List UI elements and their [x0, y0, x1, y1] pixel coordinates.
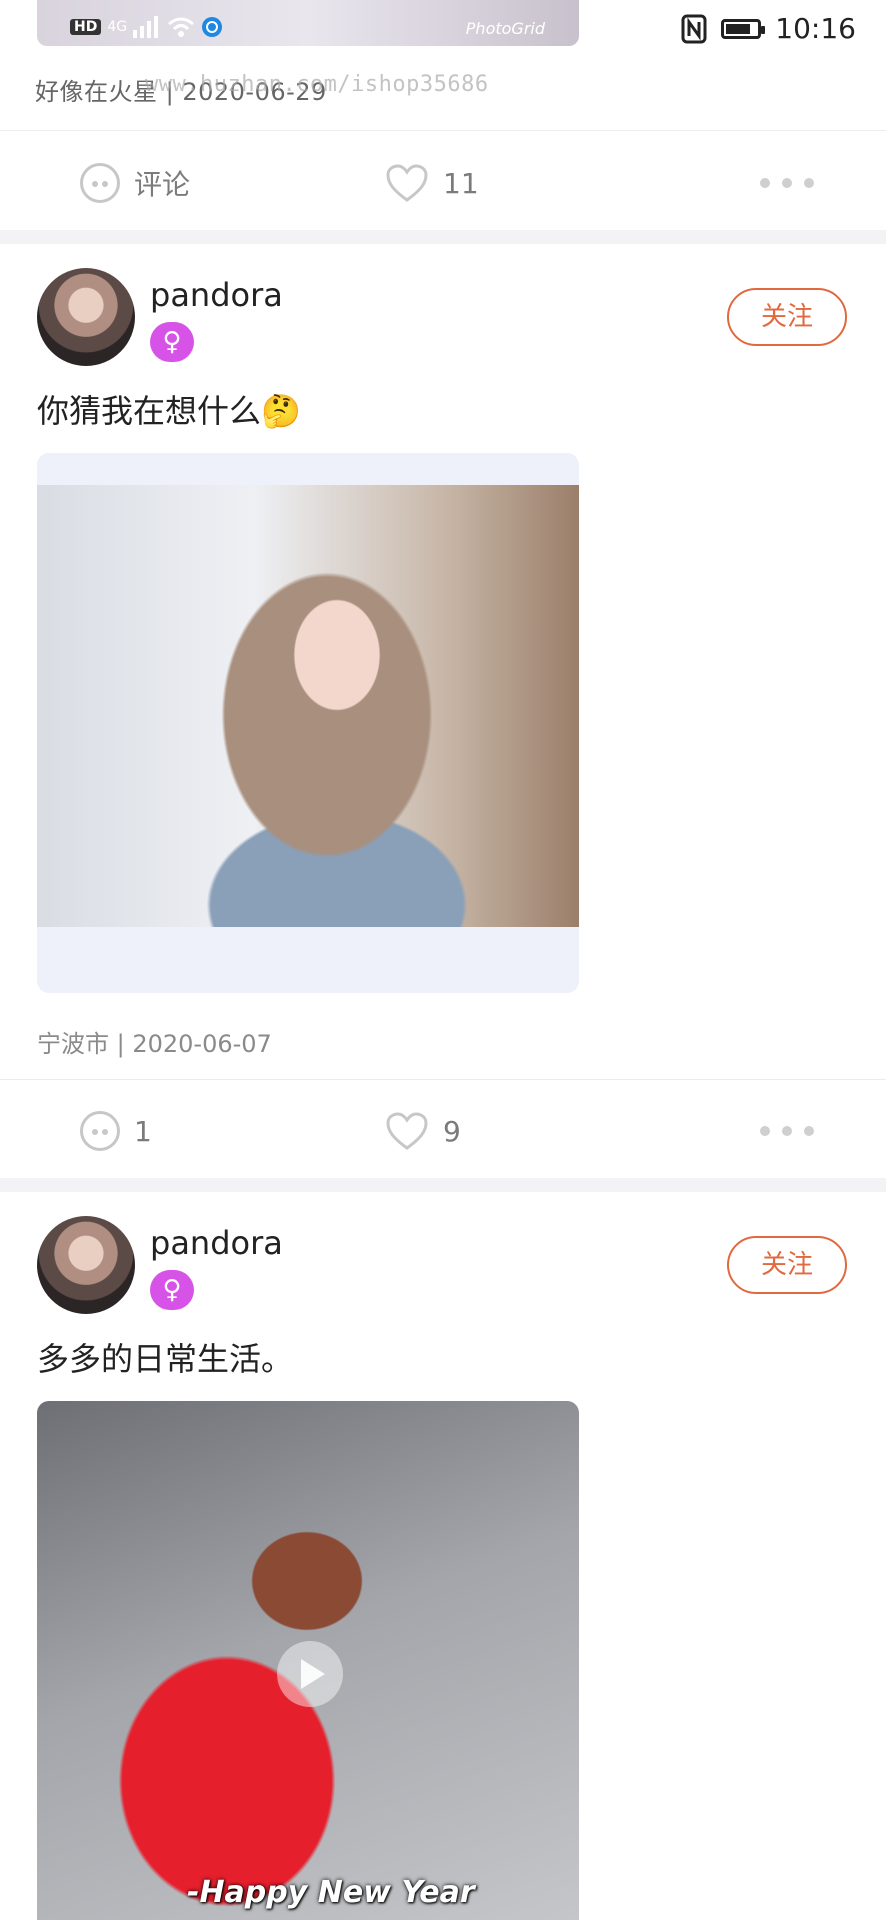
- post-location-date: 宁波市 | 2020-06-07: [37, 1030, 272, 1058]
- divider: [0, 130, 886, 131]
- clock: 10:16: [775, 12, 856, 45]
- battery-icon: [721, 18, 766, 39]
- comment-button[interactable]: 1: [80, 1088, 152, 1174]
- post-video[interactable]: -Happy New Year: [37, 1401, 579, 1920]
- comment-label: 评论: [134, 168, 191, 201]
- comment-icon: [80, 1111, 120, 1151]
- avatar[interactable]: [37, 1216, 135, 1314]
- more-icon[interactable]: [760, 1088, 814, 1174]
- network-type: 4G: [107, 19, 128, 35]
- post-text: 你猜我在想什么🤔: [37, 392, 301, 430]
- heart-icon: [386, 164, 428, 202]
- like-button[interactable]: 11: [385, 140, 479, 226]
- avatar[interactable]: [37, 268, 135, 366]
- video-caption: -Happy New Year: [187, 1875, 475, 1910]
- like-count: 9: [443, 1114, 461, 1148]
- app-notification-icon: [202, 17, 223, 37]
- play-icon[interactable]: [277, 1641, 343, 1707]
- post-card: pandora ♀ 关注 你猜我在想什么🤔 宁波市 | 2020-06-07 1…: [0, 244, 886, 1178]
- female-icon: ♀: [150, 1270, 194, 1310]
- follow-button[interactable]: 关注: [727, 1236, 847, 1294]
- divider: [0, 1079, 886, 1080]
- status-bar-left: HD 4G: [70, 16, 223, 38]
- previous-post-card: PhotoGrid HD 4G 10:16 好像在火星 | 2020-06-29…: [0, 0, 886, 230]
- like-button[interactable]: 9: [385, 1088, 461, 1174]
- watermark-url: www.huzhan.com/ishop35686: [145, 72, 489, 97]
- username[interactable]: pandora: [150, 276, 283, 314]
- like-count: 11: [443, 166, 479, 200]
- post-photo: [37, 485, 579, 927]
- comment-count: 1: [134, 1114, 152, 1148]
- heart-icon: [386, 1112, 428, 1150]
- comment-button[interactable]: 评论: [80, 140, 190, 226]
- post-card: pandora ♀ 关注 多多的日常生活。 -Happy New Year: [0, 1192, 886, 1920]
- photogrid-watermark: PhotoGrid: [465, 19, 545, 38]
- comment-icon: [80, 163, 120, 203]
- previous-post-actions: 评论 11: [0, 140, 886, 226]
- post-image[interactable]: [37, 453, 579, 993]
- post-actions: 1 9: [0, 1088, 886, 1174]
- wifi-icon: [168, 17, 195, 37]
- follow-button[interactable]: 关注: [727, 288, 847, 346]
- female-icon: ♀: [150, 322, 194, 362]
- signal-icon: [133, 16, 159, 38]
- hd-badge: HD: [70, 19, 102, 35]
- more-icon[interactable]: [760, 140, 814, 226]
- post-text: 多多的日常生活。: [37, 1340, 294, 1378]
- nfc-icon: [681, 14, 707, 43]
- previous-post-meta: 好像在火星 | 2020-06-29 www.huzhan.com/ishop3…: [35, 72, 488, 107]
- username[interactable]: pandora: [150, 1224, 283, 1262]
- status-bar-right: 10:16: [681, 12, 856, 45]
